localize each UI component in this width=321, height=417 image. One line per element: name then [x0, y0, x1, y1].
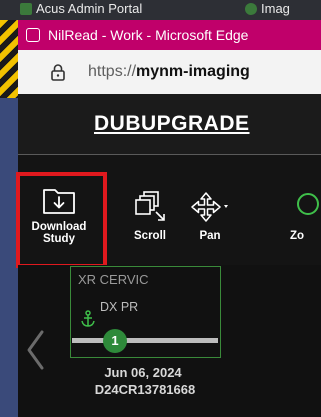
background-tab-label: Imag — [261, 1, 290, 16]
url-field[interactable]: https://mynm-imaging — [88, 50, 250, 94]
anchor-icon — [81, 310, 95, 327]
stack-scroll-icon — [135, 191, 165, 221]
study-date: Jun 06, 2024 — [104, 365, 182, 380]
window-title: NilRead - Work - Microsoft Edge — [48, 27, 249, 43]
zoom-label: Zo — [290, 230, 305, 242]
window-titlebar[interactable]: NilRead - Work - Microsoft Edge — [18, 20, 321, 50]
url-host: mynm-imaging — [136, 63, 250, 80]
background-tab-imag[interactable]: Imag — [245, 0, 321, 18]
scroll-label: Scroll — [134, 230, 166, 242]
scroll-tool-button[interactable]: Scroll — [120, 190, 180, 242]
background-hazard-stripes — [0, 20, 18, 98]
zoom-icon — [297, 193, 319, 215]
pan-tool-button[interactable]: Pan — [180, 190, 240, 242]
background-tab-acus[interactable]: Acus Admin Portal — [20, 0, 200, 18]
image-count-badge: 1 — [103, 329, 127, 353]
pan-label: Pan — [199, 230, 221, 242]
address-bar[interactable]: https://mynm-imaging — [18, 50, 321, 94]
url-scheme: https:// — [88, 63, 137, 80]
highlight-box — [16, 172, 107, 268]
thumbnail-slider[interactable] — [72, 338, 218, 343]
lock-icon[interactable] — [48, 62, 68, 82]
series-modality: DX PR — [100, 300, 139, 314]
browser-app-icon — [26, 28, 40, 42]
background-tab-label: Acus Admin Portal — [36, 1, 143, 16]
study-title: DUBUPGRADE — [94, 112, 250, 135]
accession-number: D24CR13781668 — [94, 382, 196, 397]
app-icon — [20, 3, 32, 15]
series-description: XR CERVIC — [78, 272, 149, 287]
zoom-tool-button[interactable]: Zo — [282, 190, 321, 242]
pan-move-icon — [191, 192, 228, 222]
app-icon — [245, 3, 257, 15]
chevron-left-icon[interactable] — [24, 328, 46, 372]
